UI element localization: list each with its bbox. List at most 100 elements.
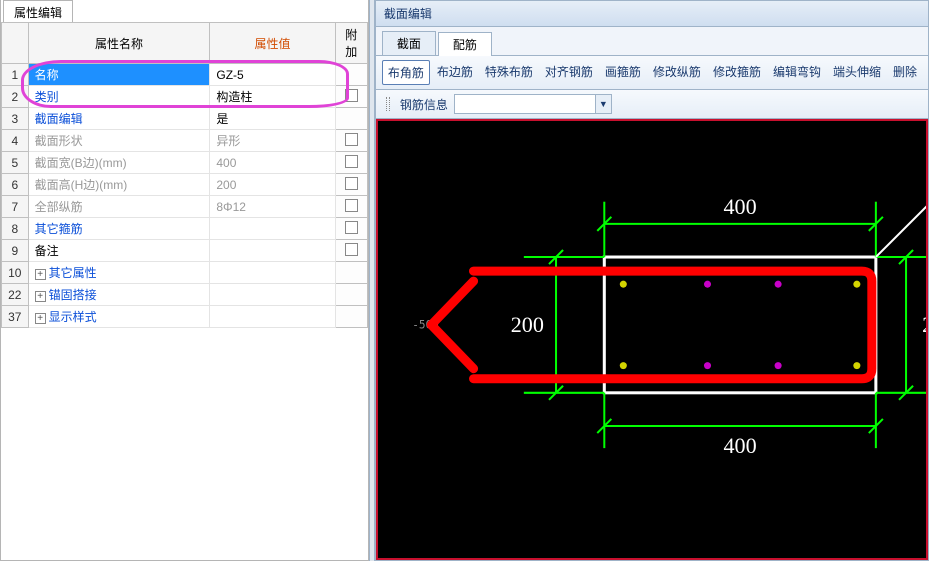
tab-截面[interactable]: 截面 [382,31,436,55]
chevron-down-icon[interactable]: ▼ [595,95,611,113]
checkbox-icon[interactable] [345,199,358,212]
property-add-cell[interactable] [335,218,367,240]
section-editor-title: 截面编辑 [376,1,928,27]
property-add-cell[interactable] [335,152,367,174]
tool-端头伸缩[interactable]: 端头伸缩 [828,60,886,85]
property-grid: 属性名称 属性值 附加 1名称GZ-52类别构造柱3截面编辑是4截面形状异形5截… [1,22,368,328]
property-add-cell[interactable] [335,64,367,86]
table-row[interactable]: 1名称GZ-5 [2,64,368,86]
property-value-cell[interactable] [210,306,335,328]
property-name-cell[interactable]: 名称 [28,64,210,86]
property-name-cell[interactable]: 备注 [28,240,210,262]
col-rownum-header [2,23,29,64]
tool-修改纵筋[interactable]: 修改纵筋 [648,60,706,85]
section-canvas[interactable]: 400400200200-500 [376,119,928,560]
expand-icon[interactable]: + [35,291,46,302]
col-add-header: 附加 [335,23,367,64]
property-add-cell[interactable] [335,130,367,152]
tool-编辑弯钩[interactable]: 编辑弯钩 [768,60,826,85]
gripper-icon [386,97,390,111]
tool-删除[interactable]: 删除 [888,60,922,85]
table-row[interactable]: 8其它箍筋 [2,218,368,240]
checkbox-icon[interactable] [345,133,358,146]
property-add-cell[interactable] [335,174,367,196]
checkbox-icon[interactable] [345,89,358,102]
row-number: 2 [2,86,29,108]
property-value-cell[interactable] [210,240,335,262]
row-number: 9 [2,240,29,262]
table-row[interactable]: 3截面编辑是 [2,108,368,130]
rebar-info-label: 钢筋信息 [400,96,448,113]
property-value-cell[interactable]: 是 [210,108,335,130]
tool-修改箍筋[interactable]: 修改箍筋 [708,60,766,85]
property-add-cell[interactable] [335,284,367,306]
table-row[interactable]: 37+显示样式 [2,306,368,328]
col-value-header: 属性值 [210,23,335,64]
section-drawing: 400400200200-500 [378,121,926,558]
row-number: 1 [2,64,29,86]
table-row[interactable]: 4截面形状异形 [2,130,368,152]
property-add-cell[interactable] [335,86,367,108]
row-number: 7 [2,196,29,218]
property-name-cell[interactable]: 截面高(H边)(mm) [28,174,210,196]
rebar-toolbar: 布角筋布边筋特殊布筋对齐钢筋画箍筋修改纵筋修改箍筋编辑弯钩端头伸缩删除 [376,56,928,90]
row-number: 3 [2,108,29,130]
rebar-info-combo[interactable]: ▼ [454,94,612,114]
property-name-cell[interactable]: +其它属性 [28,262,210,284]
table-row[interactable]: 6截面高(H边)(mm)200 [2,174,368,196]
row-number: 4 [2,130,29,152]
row-number: 8 [2,218,29,240]
property-name-cell[interactable]: 截面编辑 [28,108,210,130]
property-name-cell[interactable]: 类别 [28,86,210,108]
table-row[interactable]: 22+锚固搭接 [2,284,368,306]
property-name-cell[interactable]: 全部纵筋 [28,196,210,218]
table-row[interactable]: 9备注 [2,240,368,262]
tab-配筋[interactable]: 配筋 [438,32,492,56]
property-value-cell[interactable]: 200 [210,174,335,196]
property-name-cell[interactable]: 截面形状 [28,130,210,152]
property-add-cell[interactable] [335,306,367,328]
property-value-cell[interactable] [210,284,335,306]
property-value-cell[interactable]: 8Φ12 [210,196,335,218]
property-value-cell[interactable] [210,262,335,284]
svg-text:400: 400 [723,194,756,219]
property-value-cell[interactable]: 构造柱 [210,86,335,108]
checkbox-icon[interactable] [345,177,358,190]
row-number: 22 [2,284,29,306]
property-name-cell[interactable]: 其它箍筋 [28,218,210,240]
rebar-info-input[interactable] [455,95,595,113]
checkbox-icon[interactable] [345,221,358,234]
table-row[interactable]: 7全部纵筋8Φ12 [2,196,368,218]
table-row[interactable]: 2类别构造柱 [2,86,368,108]
left-tab-strip: 属性编辑 [1,0,368,22]
property-value-cell[interactable]: 异形 [210,130,335,152]
row-number: 6 [2,174,29,196]
property-value-cell[interactable]: 400 [210,152,335,174]
col-name-header: 属性名称 [28,23,210,64]
property-name-cell[interactable]: +显示样式 [28,306,210,328]
svg-text:200: 200 [511,312,544,337]
property-value-cell[interactable]: GZ-5 [210,64,335,86]
table-row[interactable]: 10+其它属性 [2,262,368,284]
tool-布角筋[interactable]: 布角筋 [382,60,430,85]
property-name-cell[interactable]: 截面宽(B边)(mm) [28,152,210,174]
tool-布边筋[interactable]: 布边筋 [432,60,478,85]
expand-icon[interactable]: + [35,269,46,280]
tab-property-edit[interactable]: 属性编辑 [3,0,73,22]
section-editor-panel: 截面编辑 截面配筋 布角筋布边筋特殊布筋对齐钢筋画箍筋修改纵筋修改箍筋编辑弯钩端… [375,0,929,561]
property-name-cell[interactable]: +锚固搭接 [28,284,210,306]
expand-icon[interactable]: + [35,313,46,324]
table-row[interactable]: 5截面宽(B边)(mm)400 [2,152,368,174]
tool-画箍筋[interactable]: 画箍筋 [600,60,646,85]
svg-text:400: 400 [723,433,756,458]
tool-对齐钢筋[interactable]: 对齐钢筋 [540,60,598,85]
svg-text:200: 200 [922,312,926,337]
property-add-cell[interactable] [335,108,367,130]
checkbox-icon[interactable] [345,155,358,168]
checkbox-icon[interactable] [345,243,358,256]
property-add-cell[interactable] [335,262,367,284]
property-value-cell[interactable] [210,218,335,240]
tool-特殊布筋[interactable]: 特殊布筋 [480,60,538,85]
property-add-cell[interactable] [335,240,367,262]
property-add-cell[interactable] [335,196,367,218]
